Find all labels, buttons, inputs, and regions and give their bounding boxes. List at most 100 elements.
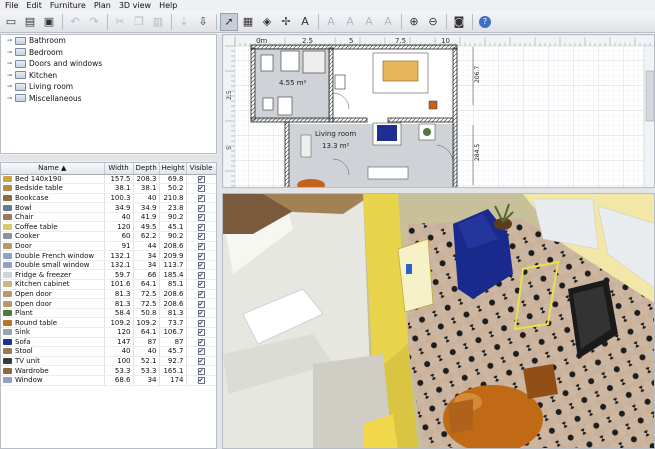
table-row[interactable]: Kitchen cabinet 101.6 64.1 85.1 ✔ [1,279,216,290]
column-header-visible[interactable]: Visible [186,163,216,175]
visible-checkbox[interactable]: ✔ [197,233,205,241]
furniture-catalog-tree[interactable]: ⊸ Bathroom ⊸ Bedroom ⊸ Doors and windows ⊸ Kitc… [0,34,217,154]
create-photo-icon[interactable]: ◙ [450,13,468,31]
visible-checkbox[interactable]: ✔ [197,214,205,222]
table-row[interactable]: Coffee table 120 49.5 45.1 ✔ [1,221,216,233]
depth-cell: 40 [133,193,160,204]
catalog-category-doors-and-windows[interactable]: ⊸ Doors and windows [1,58,216,70]
3d-view[interactable] [222,193,655,449]
3d-canvas[interactable] [223,194,655,449]
zoom-out-icon[interactable]: ⊖ [424,13,442,31]
menu-edit[interactable]: Edit [26,1,42,10]
plan-view[interactable]: 0m 2.5 5 7.5 10 2.5 5 4.55 m² Living roo… [222,34,655,188]
menu-file[interactable]: File [5,1,18,10]
table-row[interactable]: Sink 120 64.1 106.7 ✔ [1,327,216,338]
menu-help[interactable]: Help [159,1,177,10]
decrease-text-size-icon[interactable]: A [341,13,359,31]
import-furniture-icon[interactable]: ⇩ [194,13,212,31]
copy-icon[interactable]: ❐ [130,13,148,31]
expand-handle-icon[interactable]: ⊸ [7,49,15,56]
table-row[interactable]: Stool 40 40 45.7 ✔ [1,346,216,357]
table-row[interactable]: TV unit 100 52.1 92.7 ✔ [1,356,216,367]
zoom-in-icon[interactable]: ⊕ [405,13,423,31]
undo-icon[interactable]: ↶ [66,13,84,31]
visible-checkbox[interactable]: ✔ [197,281,205,289]
table-row[interactable]: Round table 109.2 109.2 73.7 ✔ [1,317,216,328]
visible-checkbox[interactable]: ✔ [197,204,205,212]
column-header-name[interactable]: Name ▲ [1,163,105,175]
create-rooms-icon[interactable]: ◈ [258,13,276,31]
plan-scroll-thumb[interactable] [645,70,654,122]
visible-checkbox[interactable]: ✔ [197,367,205,375]
table-row[interactable]: Cooker 60 62.2 90.2 ✔ [1,231,216,242]
furniture-list[interactable]: Name ▲ Width Depth Height Visible Bed 140x19… [0,162,217,449]
expand-handle-icon[interactable]: ⊸ [7,72,15,79]
visible-checkbox[interactable]: ✔ [197,262,205,269]
catalog-category-kitchen[interactable]: ⊸ Kitchen [1,70,216,82]
table-row[interactable]: Sofa 147 87 87 ✔ [1,337,216,348]
column-header-height[interactable]: Height [159,163,187,175]
visible-checkbox[interactable]: ✔ [197,329,205,337]
table-row[interactable]: Bedside table 38.1 38.1 50.2 ✔ [1,183,216,194]
increase-text-size-icon[interactable]: A [322,13,340,31]
new-file-icon[interactable]: ▭ [2,13,20,31]
select-mode-icon[interactable]: ➚ [220,12,238,31]
visible-checkbox[interactable]: ✔ [197,358,205,365]
table-row[interactable]: Open door 81.3 72.5 208.6 ✔ [1,289,216,300]
cut-icon[interactable]: ✂ [111,13,129,31]
visible-checkbox[interactable]: ✔ [197,348,205,356]
visible-checkbox[interactable]: ✔ [197,223,205,231]
catalog-category-bathroom[interactable]: ⊸ Bathroom [1,35,216,47]
open-icon[interactable]: ▤ [21,13,39,31]
table-row[interactable]: Door 91 44 208.6 ✔ [1,241,216,252]
create-walls-icon[interactable]: ▦ [239,13,257,31]
column-header-width[interactable]: Width [104,163,134,175]
visible-checkbox[interactable]: ✔ [197,319,205,327]
visible-checkbox[interactable]: ✔ [197,175,205,183]
visible-checkbox[interactable]: ✔ [197,271,205,279]
add-furniture-icon[interactable]: ⇣ [175,13,193,31]
italic-text-icon[interactable]: A [379,13,397,31]
bold-text-icon[interactable]: A [360,13,378,31]
width-cell: 100.3 [104,193,134,204]
table-row[interactable]: Bed 140x190 157.5 208.3 69.8 ✔ [1,174,216,185]
visible-checkbox[interactable]: ✔ [197,252,205,260]
catalog-splitter[interactable] [0,155,217,161]
add-text-icon[interactable]: A [296,13,314,31]
plan-canvas[interactable]: 0m 2.5 5 7.5 10 2.5 5 4.55 m² Living roo… [223,35,655,188]
visible-checkbox[interactable]: ✔ [197,185,205,193]
visible-checkbox[interactable]: ✔ [197,338,205,346]
paste-icon[interactable]: ▥ [149,13,167,31]
table-row[interactable]: Chair 40 41.9 90.2 ✔ [1,212,216,223]
column-header-depth[interactable]: Depth [133,163,160,175]
expand-handle-icon[interactable]: ⊸ [7,37,15,44]
expand-handle-icon[interactable]: ⊸ [7,95,15,102]
create-dimensions-icon[interactable]: ✢ [277,13,295,31]
catalog-category-living-room[interactable]: ⊸ Living room [1,81,216,93]
menu-3d-view[interactable]: 3D view [119,1,151,10]
table-row[interactable]: Window 68.6 34 174 ✔ [1,375,216,386]
visible-checkbox[interactable]: ✔ [197,242,205,250]
visible-checkbox[interactable]: ✔ [197,290,205,298]
table-row[interactable]: Plant 58.4 50.8 81.3 ✔ [1,308,216,319]
table-row[interactable]: Open door 81.3 72.5 208.6 ✔ [1,298,216,309]
table-row[interactable]: Bowl 34.9 34.9 23.8 ✔ [1,202,216,213]
table-row[interactable]: Fridge & freezer 59.7 66 185.4 ✔ [1,269,216,281]
table-row[interactable]: Wardrobe 53.3 53.3 165.1 ✔ [1,365,216,376]
menu-furniture[interactable]: Furniture [50,1,86,10]
menu-plan[interactable]: Plan [94,1,111,10]
catalog-category-bedroom[interactable]: ⊸ Bedroom [1,47,216,59]
table-row[interactable]: Double small window 132.1 34 113.7 ✔ [1,260,216,271]
visible-checkbox[interactable]: ✔ [197,310,205,317]
table-row[interactable]: Bookcase 100.3 40 210.8 ✔ [1,193,216,204]
visible-checkbox[interactable]: ✔ [197,194,205,202]
table-row[interactable]: Double French window 132.1 34 209.9 ✔ [1,250,216,261]
visible-checkbox[interactable]: ✔ [197,377,205,385]
expand-handle-icon[interactable]: ⊸ [7,83,15,90]
catalog-category-miscellaneous[interactable]: ⊸ Miscellaneous [1,93,216,105]
save-icon[interactable]: ▣ [40,13,58,31]
redo-icon[interactable]: ↷ [85,13,103,31]
visible-checkbox[interactable]: ✔ [197,300,205,308]
help-icon[interactable]: ? [479,15,491,28]
expand-handle-icon[interactable]: ⊸ [7,60,15,67]
